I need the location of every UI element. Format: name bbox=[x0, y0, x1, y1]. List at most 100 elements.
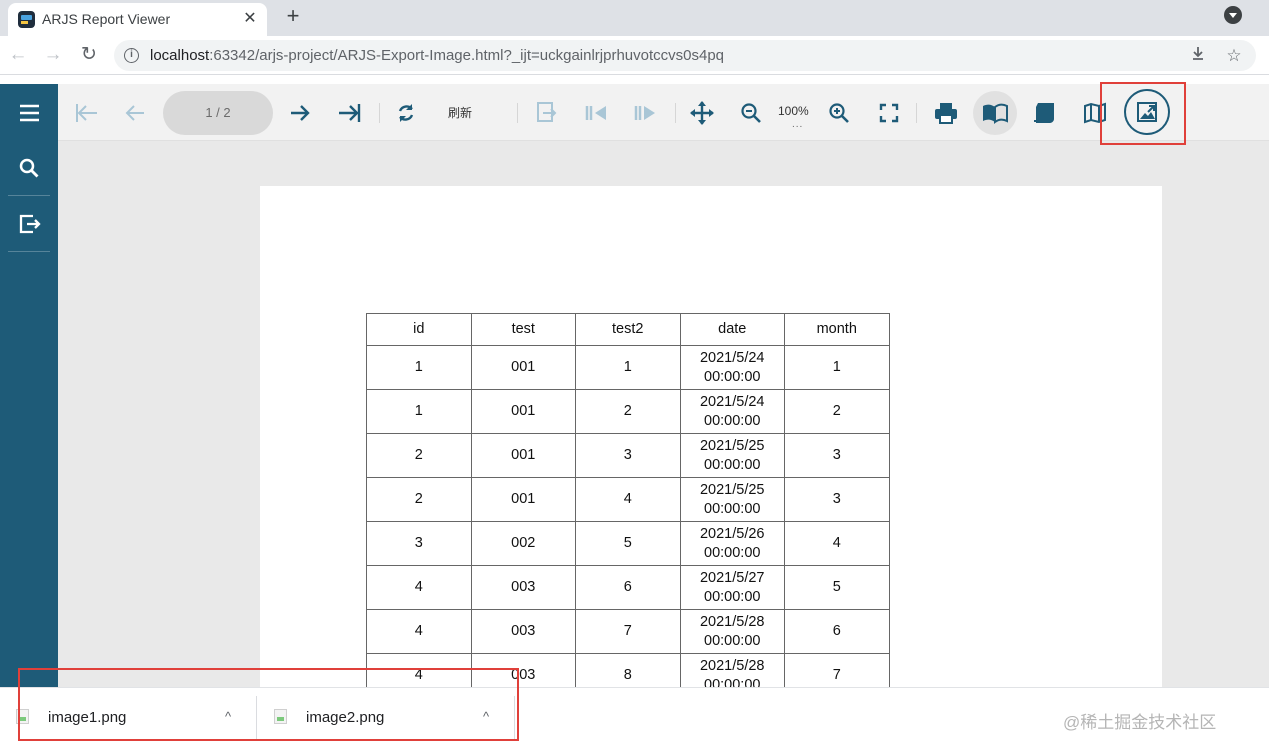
cell-date-time: 00:00:00 bbox=[704, 500, 761, 517]
export-icon[interactable] bbox=[9, 204, 49, 244]
table-row: 4 003 7 2021/5/28 00:00:00 6 bbox=[366, 609, 890, 654]
browser-tab[interactable]: ARJS Report Viewer ✕ bbox=[8, 3, 267, 36]
cell-date-day: 2021/5/24 bbox=[699, 349, 765, 366]
parent-report-icon[interactable] bbox=[529, 96, 563, 130]
tab-close-icon[interactable]: ✕ bbox=[240, 9, 260, 29]
fullscreen-icon[interactable] bbox=[872, 96, 906, 130]
cell-date-day: 2021/5/25 bbox=[699, 437, 765, 454]
cell-test2: 2 bbox=[575, 389, 681, 434]
toolbar-divider bbox=[916, 103, 917, 123]
new-tab-button[interactable]: + bbox=[281, 4, 305, 28]
cell-date: 2021/5/24 00:00:00 bbox=[679, 345, 785, 390]
sidebar-divider bbox=[8, 251, 50, 252]
cell-date-time: 00:00:00 bbox=[704, 676, 761, 688]
report-table: id test test2 date month 1 001 1 2021/5/24 0… bbox=[366, 313, 890, 687]
galley-mode-icon[interactable] bbox=[973, 91, 1017, 135]
arjs-favicon-icon bbox=[18, 11, 35, 28]
cell-test: 002 bbox=[470, 521, 576, 566]
tab-title: ARJS Report Viewer bbox=[42, 11, 171, 27]
back-arrow-icon[interactable]: ← bbox=[5, 42, 31, 68]
cell-date-day: 2021/5/25 bbox=[699, 481, 765, 498]
download-icon[interactable] bbox=[1186, 44, 1210, 68]
first-page-icon[interactable] bbox=[69, 96, 103, 130]
forward-arrow-icon[interactable]: → bbox=[40, 42, 66, 68]
search-icon[interactable] bbox=[9, 148, 49, 188]
zoom-level[interactable]: 100% bbox=[778, 104, 809, 118]
previous-page-icon[interactable] bbox=[118, 96, 152, 130]
cell-month: 1 bbox=[784, 345, 890, 390]
url-path: :63342/arjs-project/ARJS-Export-Image.ht… bbox=[209, 47, 725, 64]
sidebar-divider bbox=[8, 195, 50, 196]
toolbar-divider bbox=[675, 103, 676, 123]
refresh-icon[interactable] bbox=[389, 96, 423, 130]
cell-test2: 4 bbox=[575, 477, 681, 522]
cell-id: 2 bbox=[366, 477, 472, 522]
zoom-in-icon[interactable] bbox=[822, 96, 856, 130]
cell-id: 1 bbox=[366, 389, 472, 434]
browser-tab-bar: ARJS Report Viewer ✕ + bbox=[0, 0, 1269, 36]
cell-test: 003 bbox=[470, 565, 576, 610]
url-host: localhost bbox=[150, 47, 210, 64]
report-page: id test test2 date month 1 001 1 2021/5/24 0… bbox=[260, 186, 1162, 687]
bookmark-star-icon[interactable]: ☆ bbox=[1222, 44, 1246, 68]
column-header-test: test bbox=[470, 313, 576, 346]
cell-test2: 6 bbox=[575, 565, 681, 610]
page-indicator[interactable]: 1 / 2 bbox=[163, 91, 273, 135]
cell-date-day: 2021/5/28 bbox=[699, 657, 765, 674]
next-page-icon[interactable] bbox=[283, 96, 317, 130]
cell-test2: 5 bbox=[575, 521, 681, 566]
menu-icon[interactable] bbox=[9, 93, 49, 133]
cell-test2: 7 bbox=[575, 609, 681, 654]
print-icon[interactable] bbox=[929, 96, 963, 130]
toolbar-divider bbox=[517, 103, 518, 123]
cell-id: 3 bbox=[366, 521, 472, 566]
cell-date-time: 00:00:00 bbox=[704, 456, 761, 473]
cell-month: 2 bbox=[784, 389, 890, 434]
cell-month: 7 bbox=[784, 653, 890, 687]
cell-date-time: 00:00:00 bbox=[704, 632, 761, 649]
column-header-month: month bbox=[784, 313, 890, 346]
cell-test2: 3 bbox=[575, 433, 681, 478]
last-page-icon[interactable] bbox=[333, 96, 367, 130]
cell-date: 2021/5/28 00:00:00 bbox=[679, 653, 785, 688]
url-text[interactable]: localhost:63342/arjs-project/ARJS-Export… bbox=[150, 47, 724, 64]
cell-month: 3 bbox=[784, 477, 890, 522]
table-row: 4 003 6 2021/5/27 00:00:00 5 bbox=[366, 565, 890, 610]
cell-month: 4 bbox=[784, 521, 890, 566]
browser-navigation-bar: ← → ↻ i localhost:63342/arjs-project/ARJ… bbox=[0, 36, 1269, 75]
downloads-highlight bbox=[18, 668, 519, 741]
history-back-icon[interactable] bbox=[579, 96, 613, 130]
cell-date: 2021/5/28 00:00:00 bbox=[679, 609, 785, 654]
watermark-text: @稀土掘金技术社区 bbox=[1063, 713, 1217, 732]
single-page-icon[interactable] bbox=[1028, 96, 1062, 130]
refresh-label[interactable]: 刷新 bbox=[448, 104, 472, 121]
table-row: 2 001 4 2021/5/25 00:00:00 3 bbox=[366, 477, 890, 522]
table-row: 3 002 5 2021/5/26 00:00:00 4 bbox=[366, 521, 890, 566]
cell-test2: 8 bbox=[575, 653, 681, 687]
cell-id: 4 bbox=[366, 565, 472, 610]
cell-date: 2021/5/26 00:00:00 bbox=[679, 521, 785, 566]
address-bar[interactable]: i localhost:63342/arjs-project/ARJS-Expo… bbox=[114, 40, 1256, 71]
cell-date: 2021/5/25 00:00:00 bbox=[679, 477, 785, 522]
cell-date-day: 2021/5/26 bbox=[699, 525, 765, 542]
cell-date-time: 00:00:00 bbox=[704, 412, 761, 429]
zoom-menu-dots[interactable]: ... bbox=[792, 119, 803, 130]
cell-date-day: 2021/5/27 bbox=[699, 569, 765, 586]
cell-month: 5 bbox=[784, 565, 890, 610]
cell-month: 6 bbox=[784, 609, 890, 654]
column-header-id: id bbox=[366, 313, 472, 346]
history-forward-icon[interactable] bbox=[628, 96, 662, 130]
site-info-icon[interactable]: i bbox=[124, 48, 139, 63]
reload-icon[interactable]: ↻ bbox=[76, 42, 102, 68]
pan-move-icon[interactable] bbox=[685, 96, 719, 130]
cell-date: 2021/5/24 00:00:00 bbox=[679, 389, 785, 434]
table-body: 1 001 1 2021/5/24 00:00:00 1 1 001 2 2021/5/24 00:… bbox=[366, 345, 890, 688]
cell-test: 001 bbox=[470, 389, 576, 434]
tab-search-icon[interactable] bbox=[1224, 6, 1242, 24]
cell-date-day: 2021/5/28 bbox=[699, 613, 765, 630]
cell-test: 001 bbox=[470, 477, 576, 522]
cell-date-day: 2021/5/24 bbox=[699, 393, 765, 410]
report-canvas[interactable]: id test test2 date month 1 001 1 2021/5/24 0… bbox=[58, 141, 1269, 687]
zoom-out-icon[interactable] bbox=[734, 96, 768, 130]
cell-month: 3 bbox=[784, 433, 890, 478]
